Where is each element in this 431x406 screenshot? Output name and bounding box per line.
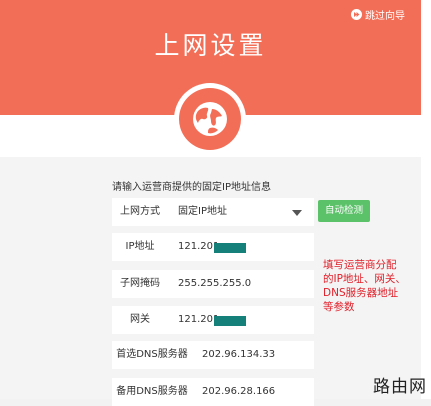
secondary-dns-label: 备用DNS服务器 (116, 386, 188, 397)
subnet-mask-row: 子网掩码 255.255.255.0 (112, 270, 314, 298)
page-title: 上网设置 (154, 31, 267, 60)
primary-dns-input[interactable]: 202.96.134.33 (202, 341, 275, 369)
skip-wizard-label: 跳过向导 (365, 10, 405, 22)
globe-icon (179, 88, 241, 150)
chevron-down-icon[interactable] (292, 210, 302, 216)
annotation-line: DNS服务器地址 (323, 287, 399, 299)
form-hint: 请输入运营商提供的固定IP地址信息 (112, 182, 271, 193)
redaction-mask (214, 316, 246, 326)
auto-detect-button[interactable]: 自动检测 (318, 200, 370, 222)
watermark: 路由网 (373, 377, 427, 397)
subnet-mask-label: 子网掩码 (120, 278, 160, 289)
primary-dns-row: 首选DNS服务器 202.96.134.33 (112, 341, 314, 369)
annotation-line: 填写运营商分配 (323, 259, 397, 271)
subnet-mask-input[interactable]: 255.255.255.0 (178, 270, 251, 298)
annotation-line: 的IP地址、网关、 (323, 273, 406, 285)
ip-address-label: IP地址 (125, 241, 155, 252)
right-edge (421, 0, 431, 399)
connection-type-row[interactable]: 上网方式 固定IP地址 (112, 198, 314, 226)
annotation-line: 等参数 (323, 301, 355, 313)
gateway-row: 网关 121.201 (112, 306, 314, 334)
primary-dns-label: 首选DNS服务器 (116, 349, 188, 360)
annotation-note: 填写运营商分配 的IP地址、网关、 DNS服务器地址 等参数 (323, 258, 423, 314)
secondary-dns-input[interactable]: 202.96.28.166 (202, 378, 275, 406)
skip-icon (351, 8, 362, 20)
globe-badge (174, 83, 246, 155)
connection-type-label: 上网方式 (120, 206, 160, 217)
redaction-mask (214, 243, 246, 253)
connection-type-select[interactable]: 固定IP地址 (178, 198, 227, 226)
secondary-dns-row: 备用DNS服务器 202.96.28.166 (112, 378, 314, 406)
gateway-label: 网关 (130, 314, 150, 325)
ip-address-row: IP地址 121.201 (112, 233, 314, 261)
skip-wizard-button[interactable]: 跳过向导 (351, 6, 405, 22)
